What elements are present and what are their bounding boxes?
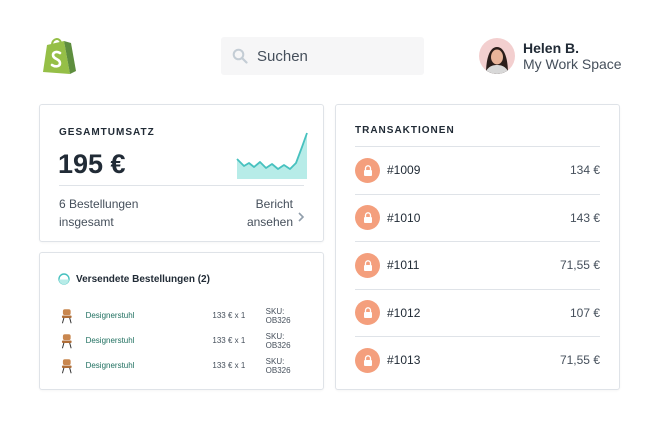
lock-icon [363, 259, 372, 271]
lock-icon [363, 164, 372, 176]
transactions-card: TRANSAKTIONEN #1009 134 € #1010 143 € #1… [335, 104, 620, 390]
user-menu[interactable]: Helen B. My Work Space [479, 38, 622, 74]
lock-badge [355, 252, 380, 278]
item-sku: SKU: OB326 [265, 331, 291, 350]
transaction-id: #1009 [387, 163, 421, 178]
item-price: 133 € x 1 [212, 336, 246, 345]
user-workspace: My Work Space [523, 56, 622, 72]
view-report-link[interactable]: Bericht ansehen [235, 195, 305, 231]
chair-icon [61, 308, 72, 323]
transaction-id: #1010 [387, 210, 421, 225]
table-row[interactable]: #1012 107 € [355, 288, 600, 337]
fulfillment-status-icon [58, 273, 70, 285]
item-price: 133 € x 1 [212, 311, 246, 320]
lock-icon [363, 307, 372, 319]
divider [59, 185, 304, 186]
view-report-line1: Bericht [255, 197, 293, 211]
item-sku: SKU: OB326 [265, 356, 291, 375]
transaction-amount: 134 € [569, 163, 600, 178]
shipped-items-list: Designerstuhl 133 € x 1 SKU: OB326 Desig… [60, 303, 310, 378]
table-row[interactable]: #1009 134 € [355, 146, 600, 194]
lock-icon [363, 212, 372, 224]
chair-icon [61, 358, 72, 373]
chair-icon [61, 333, 72, 348]
lock-badge [355, 157, 380, 183]
item-sku: SKU: OB326 [265, 306, 291, 325]
table-row[interactable]: #1010 143 € [355, 193, 600, 242]
transaction-id: #1013 [387, 353, 421, 368]
transaction-amount: 71,55 € [559, 258, 600, 273]
order-count: 6 Bestellungen insgesamt [59, 195, 169, 231]
shipped-orders-card: Versendete Bestellungen (2) Designerstuh… [39, 252, 324, 390]
product-link[interactable]: Designerstuhl [86, 336, 183, 345]
transaction-amount: 107 € [569, 305, 600, 320]
lock-badge [355, 347, 380, 373]
transaction-amount: 71,55 € [559, 353, 600, 368]
item-price: 133 € x 1 [212, 361, 246, 370]
total-sales-value: 195 € [58, 149, 126, 179]
transaction-id: #1011 [387, 258, 420, 273]
transaction-amount: 143 € [569, 210, 600, 225]
transactions-title: TRANSAKTIONEN [355, 125, 455, 136]
total-sales-title: GESAMTUMSATZ [59, 127, 155, 138]
table-row[interactable]: #1013 71,55 € [355, 336, 600, 384]
shopify-logo-icon [43, 38, 76, 74]
search-input[interactable] [257, 47, 407, 65]
transactions-list: #1009 134 € #1010 143 € #1011 71,55 € #1… [355, 146, 600, 384]
product-link[interactable]: Designerstuhl [86, 311, 183, 320]
total-sales-card: GESAMTUMSATZ 195 € 6 Bestellungen insges… [39, 104, 324, 242]
lock-badge [355, 300, 380, 326]
lock-badge [355, 205, 380, 231]
table-row[interactable]: #1011 71,55 € [355, 241, 600, 289]
sales-sparkline [236, 132, 308, 179]
product-link[interactable]: Designerstuhl [86, 361, 183, 370]
search-bar[interactable] [221, 37, 424, 75]
order-count-line2: insgesamt [59, 215, 114, 229]
avatar [479, 38, 515, 74]
shipped-orders-title: Versendete Bestellungen (2) [76, 273, 210, 285]
list-item[interactable]: Designerstuhl 133 € x 1 SKU: OB326 [60, 303, 310, 328]
transaction-id: #1012 [387, 305, 421, 320]
user-name: Helen B. [523, 40, 580, 56]
view-report-line2: ansehen [246, 215, 293, 229]
shipped-orders-header: Versendete Bestellungen (2) [58, 273, 210, 285]
chevron-right-icon [298, 212, 305, 222]
order-count-line1: 6 Bestellungen [59, 197, 139, 211]
list-item[interactable]: Designerstuhl 133 € x 1 SKU: OB326 [60, 353, 310, 378]
lock-icon [363, 354, 372, 366]
list-item[interactable]: Designerstuhl 133 € x 1 SKU: OB326 [60, 328, 310, 353]
search-icon [232, 48, 248, 64]
